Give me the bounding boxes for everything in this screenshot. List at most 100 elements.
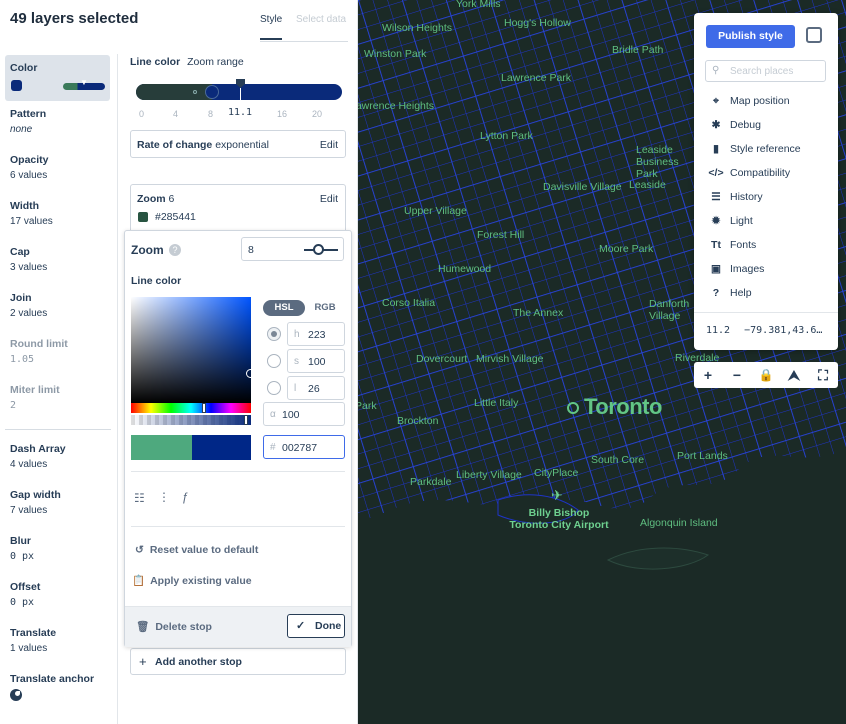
property-pattern[interactable]: Pattern none [10, 108, 110, 135]
done-label: Done [315, 620, 342, 632]
mode-rgb-button[interactable]: RGB [307, 300, 343, 316]
map-label: Parkdale [410, 476, 452, 488]
fullscreen-icon[interactable]: ⛶ [809, 362, 837, 388]
style-panel: 49 layers selected Style Select data Col… [0, 0, 358, 724]
rate-label: Rate of change [137, 139, 213, 151]
data-expression-icon[interactable]: ☷ [134, 491, 145, 505]
map-label: Lawrence Heights [358, 100, 435, 112]
rate-edit-button[interactable]: Edit [320, 139, 338, 151]
zoom-stop-6[interactable]: Zoom 6 Edit #285441 [130, 184, 346, 234]
property-cap[interactable]: Cap 3 values [10, 246, 110, 273]
zoom-readout-value: 11.2 [706, 325, 731, 336]
clipboard-icon: 📋 [132, 575, 146, 587]
s-value: 100 [308, 356, 326, 368]
radio-s[interactable] [267, 354, 281, 368]
property-join[interactable]: Join 2 values [10, 292, 110, 319]
done-button[interactable]: ✓ Done [287, 614, 345, 638]
tabs-divider [260, 41, 348, 42]
map-label: The Annex [513, 307, 564, 319]
hex-input[interactable]: # 002787 [263, 435, 345, 459]
column-divider [117, 54, 118, 724]
line-color-label: Line color [131, 275, 182, 287]
property-value: 6 values [10, 170, 48, 181]
hue-slider[interactable] [131, 403, 251, 413]
s-input[interactable]: s 100 [287, 349, 345, 373]
menu-images[interactable]: ▣ Images [708, 263, 764, 275]
alpha-slider[interactable] [131, 415, 251, 425]
property-value: 1.05 [10, 354, 35, 365]
property-round-limit[interactable]: Round limit 1.05 [10, 338, 110, 365]
zoom-stop-handle[interactable] [205, 85, 219, 99]
property-color[interactable]: Color ▼ [10, 62, 110, 96]
property-value: 2 [10, 400, 17, 411]
city-marker-icon [567, 402, 579, 414]
plus-icon: + [139, 654, 147, 669]
zoom-out-button[interactable]: − [723, 362, 751, 388]
data-driven-icon[interactable]: ⋮ [158, 490, 170, 504]
alpha-input[interactable]: α 100 [263, 402, 345, 426]
lock-icon[interactable]: 🔒 [752, 362, 780, 388]
property-label: Opacity [10, 154, 49, 166]
compass-icon[interactable]: ⮝ [780, 362, 808, 388]
search-icon: ⚲ [712, 65, 720, 76]
map-label: Wilson Heights [382, 22, 453, 34]
menu-light[interactable]: ✹ Light [708, 215, 753, 227]
search-places-input[interactable]: ⚲ Search places [705, 60, 826, 82]
print-icon[interactable] [806, 27, 822, 43]
apply-existing-button[interactable]: 📋 Apply existing value [132, 574, 252, 587]
property-translate[interactable]: Translate 1 values [10, 627, 110, 654]
property-miter-limit[interactable]: Miter limit 2 [10, 384, 110, 411]
property-gap-width[interactable]: Gap width 7 values [10, 489, 110, 516]
zoom-in-button[interactable]: + [694, 362, 722, 388]
menu-compatibility[interactable]: </> Compatibility [708, 167, 790, 179]
history-icon: ☰ [711, 191, 721, 203]
l-input[interactable]: l 26 [287, 376, 345, 400]
zoom-input-slider-handle[interactable] [313, 244, 324, 255]
help-icon[interactable]: ? [169, 244, 181, 256]
menu-debug[interactable]: ✱ Debug [708, 119, 761, 131]
trash-icon: 🗑 [136, 621, 150, 633]
saturation-cursor[interactable] [246, 369, 255, 378]
tab-select-data[interactable]: Select data [296, 14, 346, 25]
mode-hsl-button[interactable]: HSL [263, 300, 305, 316]
property-offset[interactable]: Offset 0 px [10, 581, 110, 608]
tab-style[interactable]: Style [260, 14, 283, 40]
zoom-tick: 0 [139, 109, 145, 119]
zoom-tick: 4 [173, 109, 179, 119]
menu-style-reference[interactable]: ▮ Style reference [708, 143, 801, 155]
property-width[interactable]: Width 17 values [10, 200, 110, 227]
function-icon[interactable]: ƒ [182, 490, 189, 504]
hue-handle[interactable] [202, 403, 206, 413]
stop-edit-button[interactable]: Edit [320, 193, 338, 205]
zoom-input[interactable]: 8 [241, 237, 344, 261]
property-dash-array[interactable]: Dash Array 4 values [10, 443, 110, 470]
radio-l[interactable] [267, 381, 281, 395]
property-blur[interactable]: Blur 0 px [10, 535, 110, 562]
anchor-globe-icon [10, 689, 22, 701]
radio-h[interactable] [267, 327, 281, 341]
city-label: Toronto [584, 394, 662, 419]
menu-history[interactable]: ☰ History [708, 191, 762, 203]
menu-help[interactable]: ? Help [708, 287, 752, 299]
menu-fonts[interactable]: Tt Fonts [708, 239, 756, 251]
l-label: l [294, 383, 297, 394]
popover-divider [131, 526, 345, 527]
color-saturation-area[interactable] [131, 297, 251, 403]
menu-map-position[interactable]: ⌖ Map position [708, 95, 790, 108]
delete-label: Delete stop [155, 621, 212, 633]
delete-stop-button[interactable]: 🗑 Delete stop [136, 620, 212, 633]
popover-divider [131, 471, 345, 472]
add-stop-button[interactable]: + Add another stop [130, 648, 346, 675]
property-opacity[interactable]: Opacity 6 values [10, 154, 110, 181]
property-translate-anchor[interactable]: Translate anchor [10, 673, 110, 701]
reset-value-button[interactable]: ↺ Reset value to default [135, 544, 258, 556]
rate-of-change-row[interactable]: Rate of change exponential Edit [130, 130, 346, 158]
h-input[interactable]: h 223 [287, 322, 345, 346]
menu-label: Images [730, 263, 765, 275]
map-label: Billy Bishop Toronto City Airport [509, 507, 609, 531]
hex-value: 002787 [282, 442, 318, 454]
publish-style-button[interactable]: Publish style [706, 25, 795, 48]
map-label: Dovercourt [416, 353, 468, 365]
property-label: Cap [10, 246, 30, 258]
alpha-handle[interactable] [244, 415, 248, 425]
